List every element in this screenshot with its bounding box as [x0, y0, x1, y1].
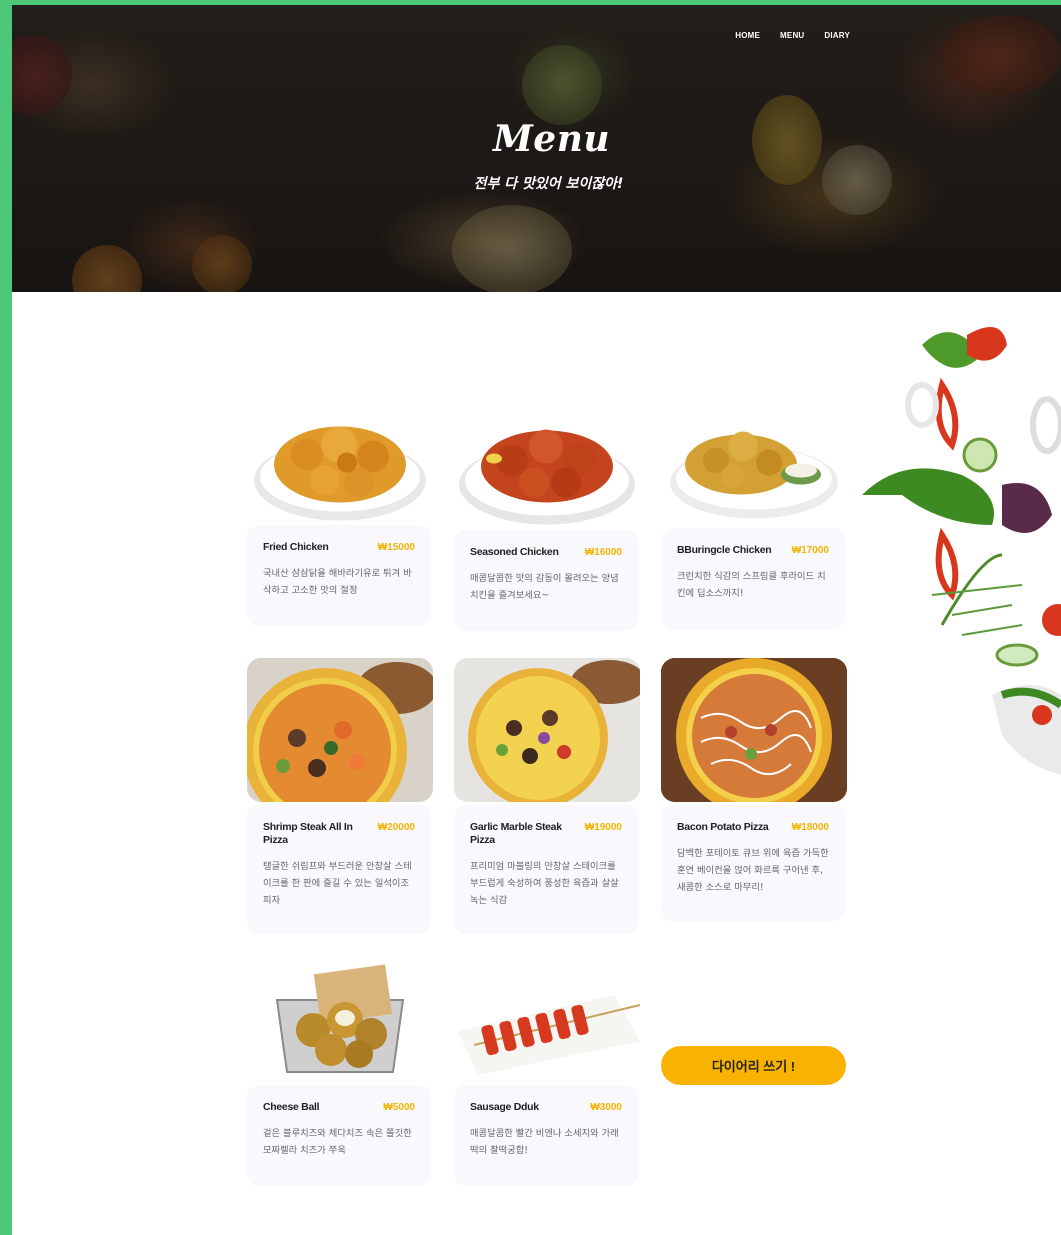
shrimp-pizza-image [247, 658, 433, 802]
item-price: ₩15000 [377, 542, 415, 553]
item-description: 담백한 포테이토 큐브 위에 육즙 가득한 훈연 베이컨을 얹어 화르륵 구어낸… [677, 848, 829, 893]
item-name: Sausage Dduk [470, 1101, 539, 1113]
page-subtitle: 전부 다 맛있어 보이잖아! [473, 176, 624, 192]
menu-card-bburingcle-chicken[interactable]: BBuringcle Chicken ₩17000 크런치한 식감의 스프림클 … [661, 528, 845, 629]
top-nav: HOME MENU DIARY [735, 31, 850, 40]
hero-banner: HOME MENU DIARY Menu 전부 다 맛있어 보이잖아! [12, 5, 1061, 292]
menu-card-cheese-ball[interactable]: Cheese Ball ₩5000 겉은 블루치즈와 체다치즈 속은 쫄깃한 모… [247, 1085, 431, 1186]
bacon-pizza-image [661, 658, 847, 802]
seasoned-chicken-image [459, 429, 635, 525]
item-name: Bacon Potato Pizza [677, 821, 769, 833]
item-description: 탱글한 쉬림프와 부드러운 안창살 스테이크를 한 판에 즐길 수 있는 일석이… [263, 861, 412, 906]
item-name: BBuringcle Chicken [677, 544, 772, 556]
item-name: Fried Chicken [263, 541, 329, 553]
nav-menu-link[interactable]: MENU [780, 31, 804, 40]
menu-card-fried-chicken[interactable]: Fried Chicken ₩15000 국내산 삼삼닭을 해바라기유로 튀겨 … [247, 525, 431, 626]
item-price: ₩19000 [584, 822, 622, 833]
menu-card-bacon-pizza[interactable]: Bacon Potato Pizza ₩18000 담백한 포테이토 큐브 위에… [661, 805, 845, 921]
item-price: ₩17000 [791, 545, 829, 556]
nav-home-link[interactable]: HOME [735, 31, 760, 40]
garlic-pizza-image [454, 658, 640, 802]
bburingcle-chicken-image [670, 431, 838, 519]
item-description: 국내산 삼삼닭을 해바라기유로 튀겨 바삭하고 고소한 맛의 절정 [263, 568, 412, 596]
write-diary-button[interactable]: 다이어리 쓰기 ! [661, 1046, 846, 1085]
item-name: Cheese Ball [263, 1101, 320, 1113]
menu-card-seasoned-chicken[interactable]: Seasoned Chicken ₩16000 매콤달콤한 맛의 감동이 몰려오… [454, 530, 638, 631]
page-title: Menu [492, 118, 611, 160]
vegetables-decor [862, 327, 1061, 775]
item-description: 겉은 블루치즈와 체다치즈 속은 쫄깃한 모짜렐라 치즈가 쭈욱 [263, 1128, 412, 1156]
item-description: 크런치한 식감의 스프림클 후라이드 치킨에 딥소스까지! [677, 571, 826, 599]
nav-diary-link[interactable]: DIARY [824, 31, 850, 40]
item-price: ₩18000 [791, 822, 829, 833]
fried-chicken-image [254, 426, 426, 521]
item-name: Shrimp Steak All In Pizza [263, 821, 353, 846]
item-price: ₩20000 [377, 822, 415, 833]
item-price: ₩5000 [383, 1102, 415, 1113]
item-name: Garlic Marble Steak Pizza [470, 821, 562, 846]
item-price: ₩16000 [584, 547, 622, 558]
item-name: Seasoned Chicken [470, 546, 559, 558]
item-description: 매콤달콤한 빨간 비엔나 소세지와 가래떡의 찰떡궁합! [470, 1128, 619, 1156]
menu-card-garlic-pizza[interactable]: Garlic Marble Steak Pizza ₩19000 프리미엄 마블… [454, 805, 638, 934]
page-frame: HOME MENU DIARY Menu 전부 다 맛있어 보이잖아! Frie… [12, 5, 1061, 1235]
cheese-ball-image [275, 964, 405, 1073]
sausage-dduk-image [458, 995, 640, 1075]
item-price: ₩3000 [590, 1102, 622, 1113]
item-description: 매콤달콤한 맛의 감동이 몰려오는 양념치킨을 즐겨보세요~ [470, 573, 619, 601]
menu-card-shrimp-pizza[interactable]: Shrimp Steak All In Pizza ₩20000 탱글한 쉬림프… [247, 805, 431, 934]
menu-card-sausage-dduk[interactable]: Sausage Dduk ₩3000 매콤달콤한 빨간 비엔나 소세지와 가래떡… [454, 1085, 638, 1186]
item-description: 프리미엄 마블링의 안창살 스테이크를 부드럽게 숙성하여 풍성한 육즙과 살살… [470, 861, 619, 906]
